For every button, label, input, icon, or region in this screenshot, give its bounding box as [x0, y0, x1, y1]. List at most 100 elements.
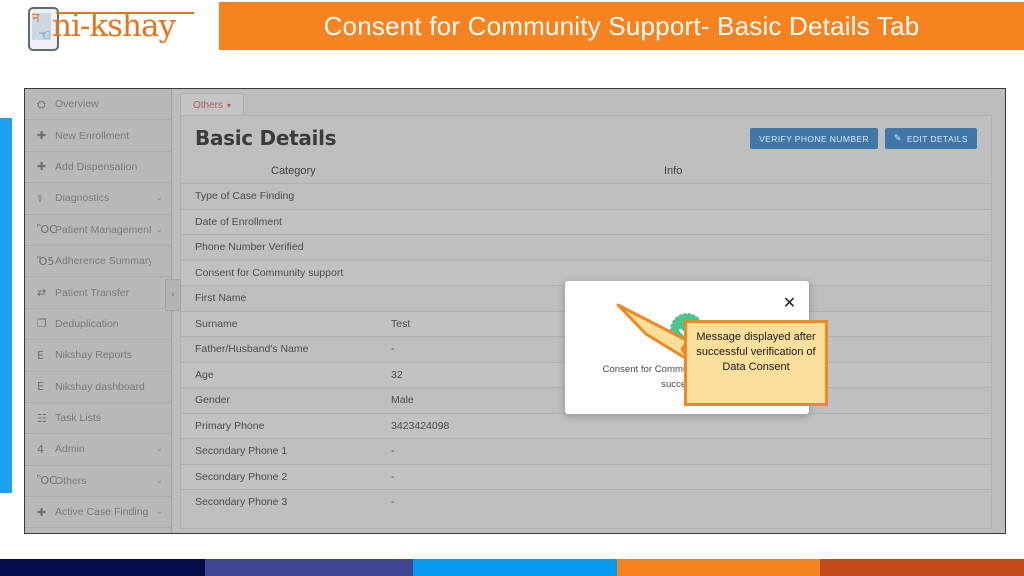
bottom-bar-segment-4: [617, 559, 820, 576]
callout-box: Message displayed after successful verif…: [684, 320, 828, 406]
dashboard-icon: ⛭: [37, 99, 55, 110]
sidebar-item-label: Active Case Finding: [55, 506, 151, 518]
sidebar-item-label: Others: [55, 475, 151, 487]
sidebar-item-label: Deduplication: [55, 318, 151, 330]
sidebar-item-admin[interactable]: ὆4 Admin ⌄: [25, 434, 171, 465]
row-category: Consent for Community support: [195, 267, 343, 279]
panel-header: Basic Details VERIFY PHONE NUMBER ✎ EDIT…: [181, 116, 991, 162]
sidebar-item-adherence-summary[interactable]: Ὄ5 Adherence Summary: [25, 246, 171, 277]
sidebar-item-nikshay-reports[interactable]: ὜E Nikshay Reports: [25, 340, 171, 371]
table-row: Secondary Phone 2 -: [181, 464, 991, 490]
copy-icon: ❐: [37, 318, 55, 329]
page-title: Basic Details: [195, 126, 336, 150]
column-header-category: Category: [271, 165, 316, 177]
row-category: Age: [195, 369, 214, 381]
bottom-bar-segment-1: [0, 559, 205, 576]
sidebar-item-task-lists[interactable]: ☷ Task Lists: [25, 403, 171, 434]
chevron-down-icon: ⌄: [151, 476, 163, 486]
row-category: Date of Enrollment: [195, 216, 282, 228]
application-screenshot: ⛭ Overview ✚ New Enrollment ✚ Add Dispensatio…: [24, 88, 1006, 534]
row-category: Type of Case Finding: [195, 190, 294, 202]
table-row: Date of Enrollment: [181, 209, 991, 235]
bottom-bar-segment-2: [205, 559, 413, 576]
document-icon: ὜E: [37, 381, 55, 392]
sidebar-item-new-enrollment[interactable]: ✚ New Enrollment: [25, 120, 171, 151]
top-banner: न ☜ ni-kshay Consent for Community Suppo…: [0, 0, 1024, 52]
sidebar-item-label: Diagnostics: [55, 192, 151, 204]
row-category: Secondary Phone 3: [195, 496, 287, 508]
sidebar-item-label: Admin: [55, 443, 151, 455]
sidebar-item-others[interactable]: ὋC Others ⌄: [25, 466, 171, 497]
row-category: Father/Husband's Name: [195, 343, 308, 355]
edit-details-label: EDIT DETAILS: [907, 134, 968, 144]
row-info: 3423424098: [391, 420, 449, 432]
sidebar-item-label: Adherence Summary: [55, 255, 151, 267]
plus-icon: ✚: [37, 130, 55, 141]
sidebar-item-label: New Enrollment: [55, 130, 151, 142]
row-info: Male: [391, 394, 414, 406]
row-category: Surname: [195, 318, 238, 330]
row-category: Phone Number Verified: [195, 241, 304, 253]
row-category: Gender: [195, 394, 230, 406]
sidebar-item-label: Nikshay Reports: [55, 349, 151, 361]
chevron-down-icon: ▾: [227, 101, 231, 110]
row-info: -: [391, 445, 395, 457]
sidebar-item-diagnostics[interactable]: ⚕ Diagnostics ⌄: [25, 183, 171, 214]
document-icon: ὜E: [37, 350, 55, 361]
nikshay-logo: न ☜ ni-kshay: [24, 5, 196, 49]
sidebar-item-label: Nikshay dashboard: [55, 381, 151, 393]
callout-text: Message displayed after successful verif…: [691, 330, 821, 376]
bottom-bar-segment-3: [413, 559, 617, 576]
chevron-left-icon: ‹: [171, 290, 175, 300]
logo-wordmark: ni-kshay: [52, 8, 175, 44]
chevron-down-icon: ⌄: [151, 193, 163, 203]
chevron-down-icon: ⌄: [151, 507, 163, 517]
row-category: Secondary Phone 2: [195, 471, 287, 483]
left-accent-strip: [0, 118, 12, 493]
bottom-bar-segment-5: [820, 559, 1024, 576]
sidebar-item-label: Add Dispensation: [55, 161, 151, 173]
table-row: Secondary Phone 1 -: [181, 438, 991, 464]
pencil-icon: ✎: [894, 134, 902, 144]
sidebar-item-label: Patient Transfer: [55, 287, 151, 299]
row-category: Secondary Phone 1: [195, 445, 287, 457]
sidebar-item-active-case-finding[interactable]: ✚ Active Case Finding ⌄: [25, 497, 171, 528]
slide-title: Consent for Community Support- Basic Det…: [219, 2, 1024, 50]
sidebar-item-label: Task Lists: [55, 412, 151, 424]
verify-phone-number-button[interactable]: VERIFY PHONE NUMBER: [750, 128, 878, 149]
table-row: Type of Case Finding: [181, 183, 991, 209]
sidebar-item-label: Patient Management: [55, 224, 151, 236]
slide-title-bar: Consent for Community Support- Basic Det…: [219, 2, 1024, 50]
tab-others-label: Others: [193, 100, 223, 111]
close-icon[interactable]: ✕: [781, 294, 798, 311]
sidebar-collapse-toggle[interactable]: ‹: [165, 279, 181, 311]
sidebar-item-patient-management[interactable]: ὋC Patient Management ⌄: [25, 215, 171, 246]
chevron-down-icon: ⌄: [151, 225, 163, 235]
row-info: -: [391, 471, 395, 483]
sidebar-item-overview[interactable]: ⛭ Overview: [25, 89, 171, 120]
edit-details-button[interactable]: ✎ EDIT DETAILS: [885, 128, 977, 149]
table-row: Phone Number Verified: [181, 234, 991, 260]
sidebar-item-nikshay-dashboard[interactable]: ὜E Nikshay dashboard: [25, 372, 171, 403]
stethoscope-icon: ⚕: [37, 193, 55, 204]
briefcase-icon: ὋC: [37, 475, 55, 486]
tab-others[interactable]: Others ▾: [180, 93, 244, 116]
table-row: Primary Phone 3423424098: [181, 413, 991, 439]
table-column-headers: Category Info: [181, 162, 991, 183]
calendar-icon: Ὄ5: [37, 256, 55, 267]
sidebar-item-deduplication[interactable]: ❐ Deduplication: [25, 309, 171, 340]
user-icon: ὆4: [37, 444, 55, 455]
pointer-hand-icon: ☜: [38, 29, 52, 43]
row-category: Primary Phone: [195, 420, 264, 432]
sidebar-nav: ⛭ Overview ✚ New Enrollment ✚ Add Dispensatio…: [25, 89, 172, 533]
row-info: 32: [391, 369, 403, 381]
bottom-color-bar: [0, 559, 1024, 576]
chevron-down-icon: ⌄: [151, 444, 163, 454]
tab-strip: Others ▾: [172, 89, 1005, 115]
sidebar-item-patient-transfer[interactable]: ⇄ Patient Transfer: [25, 277, 171, 308]
close-glyph: ✕: [783, 295, 796, 311]
sidebar-item-label: Overview: [55, 98, 151, 110]
column-header-info: Info: [664, 165, 682, 177]
sidebar-item-add-dispensation[interactable]: ✚ Add Dispensation: [25, 152, 171, 183]
row-category: First Name: [195, 292, 246, 304]
